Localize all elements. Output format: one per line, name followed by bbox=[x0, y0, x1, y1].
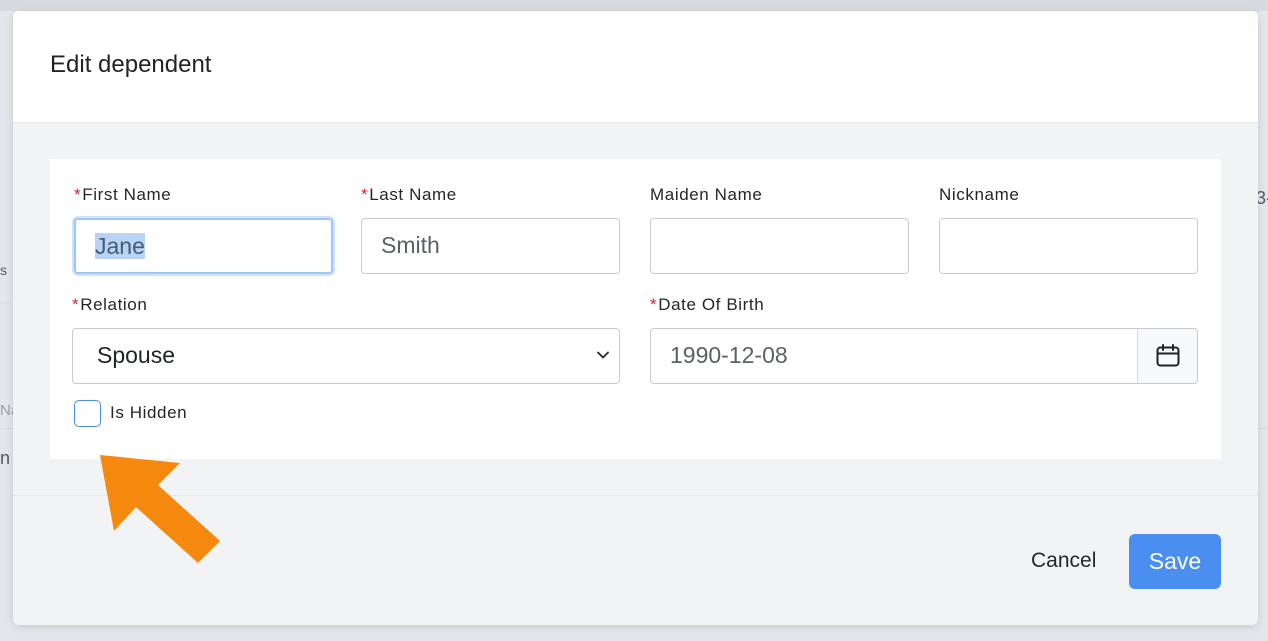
background-text-fragment: s bbox=[0, 262, 7, 278]
last-name-input[interactable]: Smith bbox=[361, 218, 620, 274]
relation-label: *Relation bbox=[72, 294, 620, 316]
required-mark: * bbox=[650, 295, 658, 314]
maiden-name-label: Maiden Name bbox=[650, 185, 763, 204]
first-name-label-text: First Name bbox=[82, 185, 172, 204]
relation-selected-value: Spouse bbox=[97, 342, 176, 368]
is-hidden-checkbox[interactable] bbox=[74, 400, 101, 427]
background-top bbox=[0, 0, 1268, 11]
nickname-label: Nickname bbox=[939, 185, 1020, 204]
maiden-name-field: Maiden Name bbox=[650, 184, 909, 274]
first-name-label: *First Name bbox=[74, 184, 333, 206]
background-divider bbox=[0, 302, 13, 303]
arrow-pointer-icon bbox=[100, 455, 220, 563]
maiden-name-input[interactable] bbox=[650, 218, 909, 274]
background-text-fragment: n bbox=[0, 448, 11, 468]
date-of-birth-label: *Date Of Birth bbox=[650, 294, 1198, 316]
relation-label-text: Relation bbox=[80, 295, 148, 314]
background-divider bbox=[0, 428, 13, 429]
cancel-button[interactable]: Cancel bbox=[1031, 549, 1096, 573]
last-name-field: *Last Name Smith bbox=[361, 184, 620, 274]
modal-header: Edit dependent bbox=[13, 11, 1258, 123]
is-hidden-label[interactable]: Is Hidden bbox=[110, 402, 187, 424]
date-of-birth-field: *Date Of Birth 1990-12-08 bbox=[650, 294, 1198, 384]
nickname-field: Nickname bbox=[939, 184, 1198, 274]
first-name-value: Jane bbox=[95, 233, 145, 259]
date-of-birth-label-text: Date Of Birth bbox=[658, 295, 765, 314]
save-button[interactable]: Save bbox=[1129, 534, 1221, 589]
last-name-label-text: Last Name bbox=[369, 185, 457, 204]
relation-select[interactable]: Spouse bbox=[72, 328, 620, 384]
required-mark: * bbox=[74, 185, 82, 204]
nickname-input[interactable] bbox=[939, 218, 1198, 274]
required-mark: * bbox=[72, 295, 80, 314]
chevron-down-icon bbox=[597, 351, 609, 359]
first-name-input[interactable]: Jane bbox=[74, 218, 333, 274]
required-mark: * bbox=[361, 185, 369, 204]
relation-field: *Relation Spouse bbox=[72, 294, 620, 384]
last-name-label: *Last Name bbox=[361, 184, 620, 206]
date-of-birth-value: 1990-12-08 bbox=[670, 342, 788, 368]
first-name-field: *First Name Jane bbox=[74, 184, 333, 274]
calendar-icon bbox=[1156, 344, 1179, 367]
date-of-birth-input[interactable]: 1990-12-08 bbox=[650, 328, 1198, 384]
modal-title: Edit dependent bbox=[50, 51, 212, 78]
dependent-form: *First Name Jane *Last Name Smith Maiden… bbox=[50, 159, 1221, 459]
background-divider bbox=[1258, 428, 1268, 429]
calendar-button[interactable] bbox=[1137, 329, 1197, 383]
